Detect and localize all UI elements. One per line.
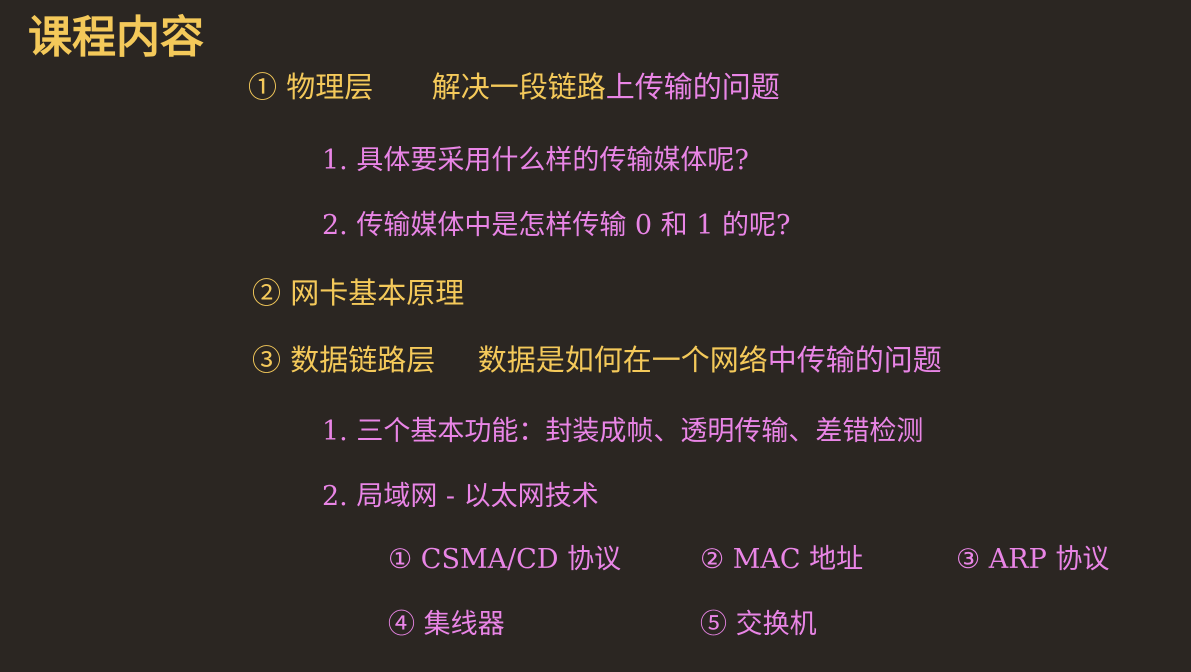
physical-item-1: 1. 具体要采用什么样的传输媒体呢?: [322, 145, 749, 176]
section-physical-desc-part1: 解决一段链路: [431, 70, 606, 104]
section-physical-heading: ① 物理层 解决一段链路上传输的问题: [248, 70, 780, 105]
section-nic-heading: ② 网卡基本原理: [252, 276, 464, 311]
physical-item-2: 2. 传输媒体中是怎样传输 0 和 1 的呢?: [322, 210, 791, 241]
section-physical-number: ①: [248, 70, 278, 104]
section-datalink-number: ③: [252, 343, 282, 377]
section-datalink-name: 数据链路层: [290, 343, 436, 377]
section-nic-number: ②: [252, 276, 282, 310]
section-physical-desc-part2: 上传输的问题: [605, 70, 780, 104]
datalink-item-1: 1. 三个基本功能：封装成帧、透明传输、差错检测: [322, 416, 924, 447]
lan-subitem-arp: ③ ARP 协议: [956, 544, 1110, 575]
slide-title: 课程内容: [28, 12, 204, 63]
section-physical-name: 物理层: [286, 70, 374, 104]
lan-subitem-csma-cd: ① CSMA/CD 协议: [388, 544, 622, 575]
lan-subitem-switch: ⑤ 交换机: [700, 609, 817, 640]
section-nic-name: 网卡基本原理: [290, 276, 465, 310]
section-datalink-desc-part1: 数据是如何在一个网络: [477, 343, 768, 377]
datalink-item-2: 2. 局域网 - 以太网技术: [322, 481, 599, 512]
section-datalink-heading: ③ 数据链路层 数据是如何在一个网络中传输的问题: [252, 343, 942, 378]
lan-subitem-hub: ④ 集线器: [388, 609, 505, 640]
section-datalink-desc-part2: 中传输的问题: [767, 343, 942, 377]
lan-subitem-mac-address: ② MAC 地址: [700, 544, 864, 575]
